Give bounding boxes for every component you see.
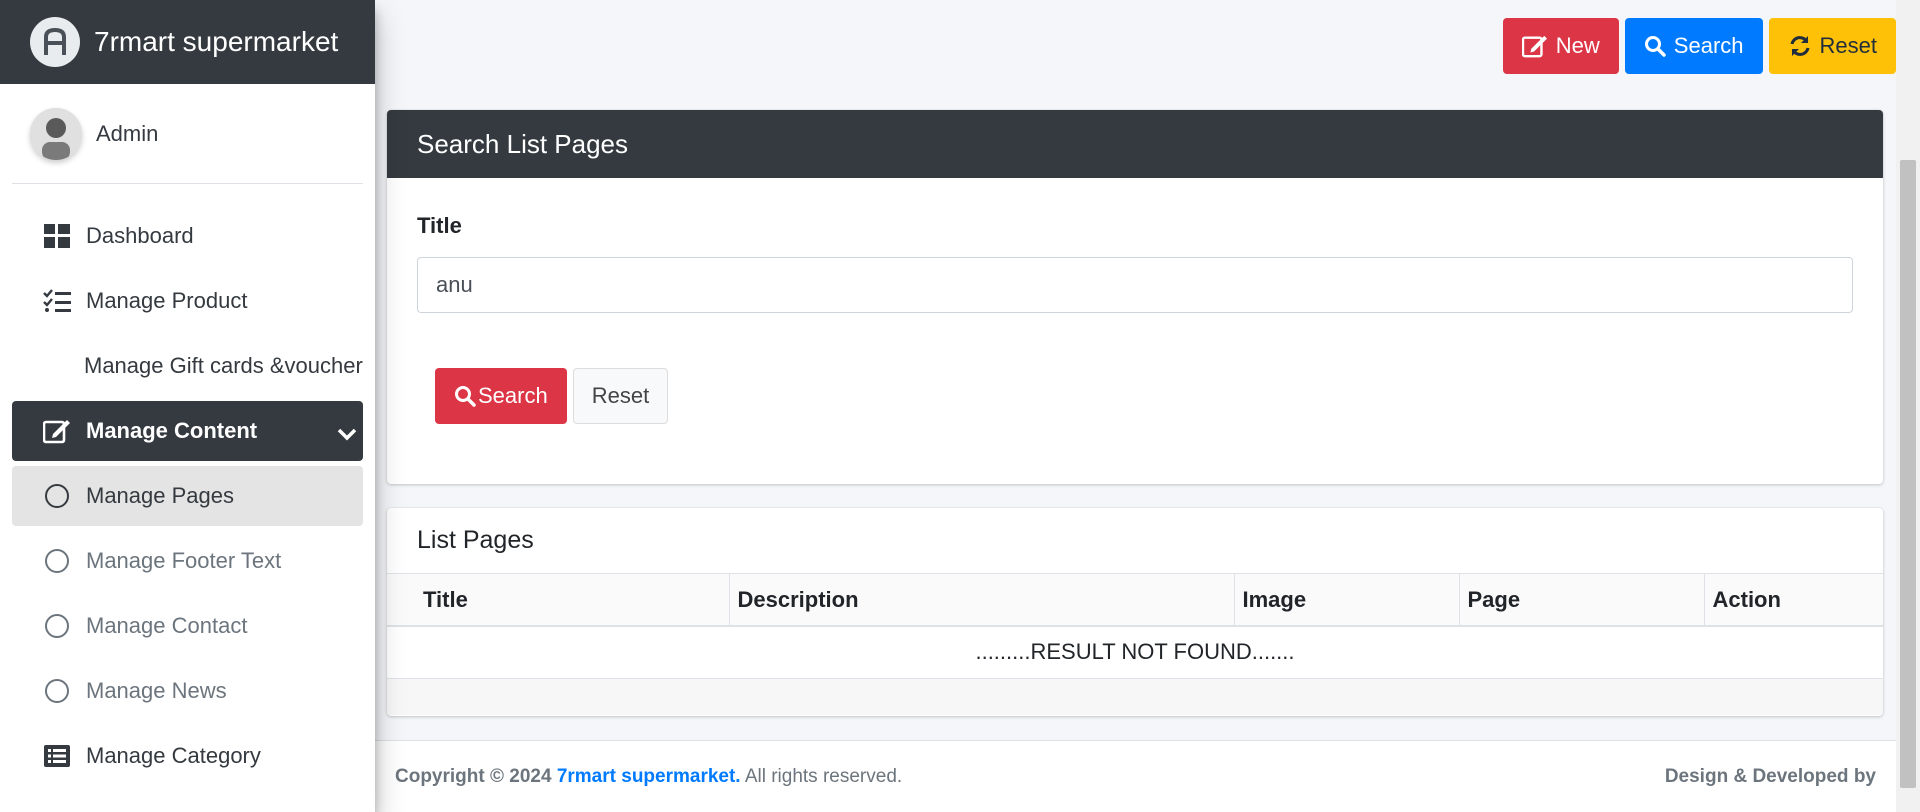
form-reset-label: Reset [591,383,650,408]
footer-copyright: Copyright © 2024 7rmart supermarket. All… [395,766,902,788]
new-button-label: New [1555,33,1600,58]
edit-icon [1521,35,1547,58]
page-scrollbar[interactable] [1896,0,1920,812]
column-image[interactable]: Image [1234,574,1460,627]
table-row: .........RESULT NOT FOUND....... [387,626,1883,679]
sidebar-item-label: Manage Pages [86,483,234,508]
search-button-label: Search [1673,33,1744,58]
sidebar-item-manage-news[interactable]: Manage News [12,661,363,721]
user-panel[interactable]: Admin [12,84,363,184]
top-toolbar: New Search Reset [375,18,1896,74]
sidebar-item-manage-gift-cards[interactable]: Manage Gift cards &voucher [12,336,363,396]
list-check-icon [42,286,72,316]
circle-icon [42,611,72,641]
table-header-row: Title Description Image Page Action [387,574,1883,627]
sidebar-item-label: Manage Category [86,743,261,768]
circle-icon [42,676,72,706]
search-button[interactable]: Search [1624,18,1763,74]
sidebar-item-manage-content[interactable]: Manage Content [12,401,363,461]
form-buttons: Search Reset [435,368,669,424]
brand-logo-icon [30,17,80,67]
column-action[interactable]: Action [1704,574,1883,627]
pages-table: Title Description Image Page Action ....… [387,574,1883,679]
page-footer: Copyright © 2024 7rmart supermarket. All… [375,740,1896,812]
reset-button[interactable]: Reset [1768,18,1896,74]
list-card-footer [387,678,1883,715]
reset-button-label: Reset [1819,33,1877,58]
list-alt-icon [42,741,72,771]
dashboard-icon [42,221,72,251]
footer-credit: Design & Developed by [1664,765,1876,787]
sidebar-item-manage-pages[interactable]: Manage Pages [12,466,363,526]
column-page[interactable]: Page [1459,574,1705,627]
brand[interactable]: 7rmart supermarket [0,0,375,84]
search-card-title: Search List Pages [387,110,1883,178]
column-title[interactable]: Title [387,574,730,627]
sidebar-item-manage-category[interactable]: Manage Category [12,726,363,786]
rights-text: All rights reserved. [744,765,903,787]
column-description[interactable]: Description [729,574,1235,627]
search-icon [455,386,476,407]
sidebar-item-label: Manage Content [86,418,258,443]
form-search-button[interactable]: Search [435,368,567,424]
sidebar-nav: Dashboard Manage Product Manage Gift car… [0,184,375,786]
sidebar-item-manage-product[interactable]: Manage Product [12,271,363,331]
title-input[interactable] [417,257,1853,313]
list-card: List Pages Title Description Image Page … [387,508,1883,716]
brand-name: 7rmart supermarket [94,26,339,57]
search-icon [1644,36,1666,57]
chevron-down-icon [337,421,357,447]
avatar [30,107,82,160]
footer-brand-link[interactable]: 7rmart supermarket. [557,766,741,787]
sidebar-item-manage-contact[interactable]: Manage Contact [12,596,363,656]
sidebar-item-label: Manage Footer Text [86,548,282,573]
user-name: Admin [96,120,159,146]
scrollbar-thumb[interactable] [1900,160,1916,788]
title-field-label: Title [417,213,462,238]
sidebar-item-label: Dashboard [86,223,194,248]
refresh-icon [1790,36,1809,56]
copyright-text: Copyright © 2024 [395,765,552,787]
new-button[interactable]: New [1502,18,1619,74]
edit-icon [42,416,72,446]
circle-icon [42,481,72,511]
sidebar-item-label: Manage Contact [86,613,248,638]
sidebar-item-manage-footer-text[interactable]: Manage Footer Text [12,531,363,591]
sidebar-item-label: Manage Gift cards &voucher [84,353,363,378]
circle-icon [42,546,72,576]
sidebar: 7rmart supermarket Admin Dashboard Manag… [0,0,375,812]
sidebar-item-label: Manage News [86,678,227,703]
form-search-label: Search [478,383,548,408]
sidebar-item-dashboard[interactable]: Dashboard [12,206,363,266]
form-reset-button[interactable]: Reset [572,368,669,424]
list-card-title: List Pages [387,508,1883,574]
search-card: Search List Pages Title Search Reset [387,110,1883,484]
sidebar-item-label: Manage Product [86,288,248,313]
empty-result-text: .........RESULT NOT FOUND....... [387,626,1883,679]
